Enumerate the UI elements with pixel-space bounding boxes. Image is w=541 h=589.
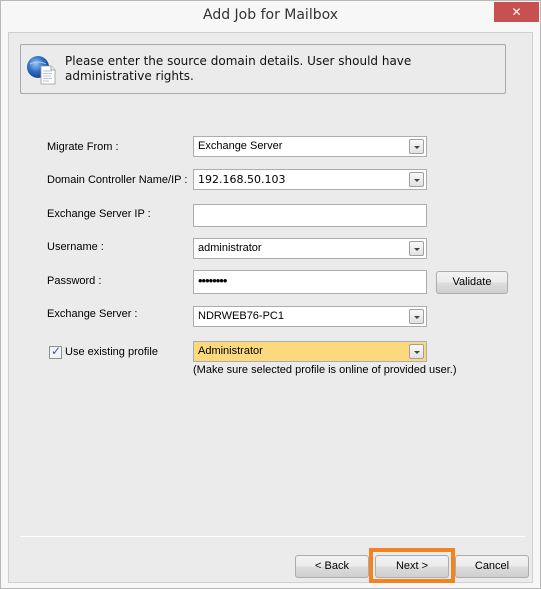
username-select[interactable]: administrator: [193, 238, 427, 259]
use-existing-profile-label[interactable]: Use existing profile: [65, 346, 158, 358]
migrate-from-label: Migrate From :: [47, 141, 119, 153]
password-input[interactable]: ••••••••: [193, 270, 427, 294]
exchange-server-select[interactable]: NDRWEB76-PC1: [193, 306, 427, 327]
migrate-from-value: Exchange Server: [198, 140, 283, 152]
info-message: Please enter the source domain details. …: [65, 54, 412, 83]
profile-value: Administrator: [198, 345, 263, 357]
domain-controller-label: Domain Controller Name/IP :: [47, 174, 188, 186]
footer-divider: [20, 536, 525, 537]
back-button-label: < Back: [315, 560, 349, 572]
chevron-down-icon[interactable]: [409, 344, 424, 359]
profile-note: (Make sure selected profile is online of…: [193, 364, 457, 376]
next-button-label: Next >: [395, 560, 429, 572]
close-button[interactable]: ✕: [494, 2, 539, 22]
exchange-server-value: NDRWEB76-PC1: [198, 310, 284, 322]
back-button[interactable]: < Back: [295, 555, 369, 578]
cancel-button-label: Cancel: [474, 560, 510, 572]
cancel-button[interactable]: Cancel: [455, 555, 529, 578]
next-button[interactable]: Next >: [375, 555, 449, 578]
exchange-server-ip-label: Exchange Server IP :: [47, 208, 151, 220]
exchange-server-label: Exchange Server :: [47, 308, 138, 320]
globe-document-icon: [27, 56, 56, 85]
info-banner: Please enter the source domain details. …: [20, 44, 506, 94]
dialog-body: Please enter the source domain details. …: [8, 32, 533, 583]
chevron-down-icon[interactable]: [409, 172, 424, 187]
domain-controller-select[interactable]: 192.168.50.103: [193, 169, 427, 190]
exchange-server-ip-input[interactable]: [193, 204, 427, 227]
close-icon: ✕: [511, 5, 522, 19]
migrate-from-select[interactable]: Exchange Server: [193, 136, 427, 157]
chevron-down-icon[interactable]: [409, 241, 424, 256]
username-label: Username :: [47, 241, 104, 253]
chevron-down-icon[interactable]: [409, 309, 424, 324]
dialog-window: Add Job for Mailbox ✕ Please enter the s…: [0, 0, 541, 589]
profile-select[interactable]: Administrator: [193, 341, 427, 362]
username-value: administrator: [198, 242, 262, 254]
chevron-down-icon[interactable]: [409, 139, 424, 154]
password-label: Password :: [47, 275, 102, 287]
validate-button[interactable]: Validate: [436, 271, 508, 294]
domain-controller-value: 192.168.50.103: [198, 173, 286, 186]
use-existing-profile-checkbox[interactable]: [49, 344, 62, 359]
window-title: Add Job for Mailbox: [202, 7, 339, 23]
title-bar[interactable]: Add Job for Mailbox ✕: [1, 1, 540, 32]
password-value: ••••••••: [198, 273, 227, 288]
